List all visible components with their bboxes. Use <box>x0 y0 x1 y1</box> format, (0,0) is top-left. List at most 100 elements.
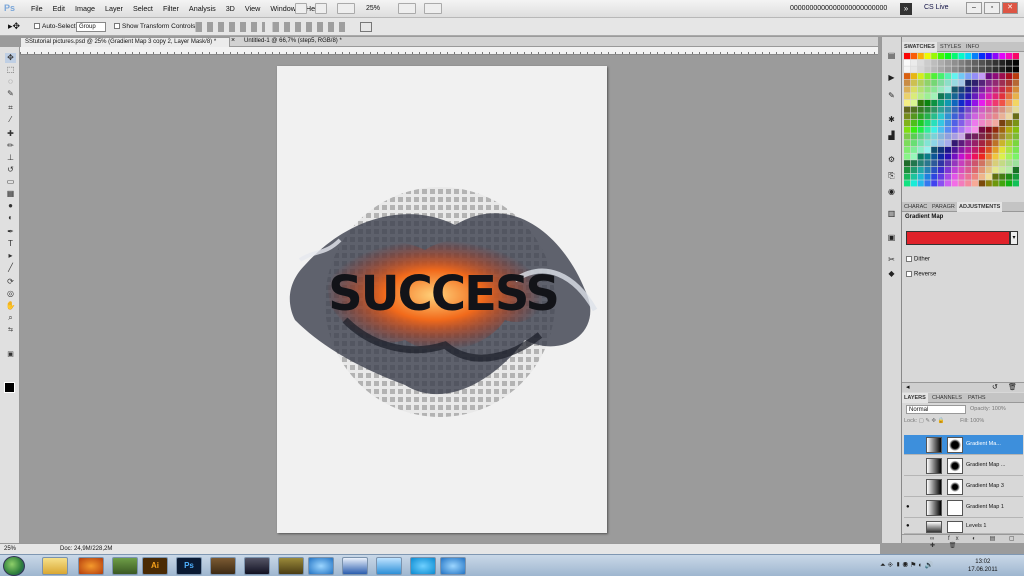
word-icon[interactable] <box>342 557 368 575</box>
tab-paragraph[interactable]: PARAGR <box>930 202 957 212</box>
distribute-buttons[interactable] <box>272 22 350 32</box>
zoom-level[interactable]: 25% <box>366 5 380 12</box>
menu-select[interactable]: Select <box>128 4 158 13</box>
menu-layer[interactable]: Layer <box>100 4 128 13</box>
itunes-icon[interactable] <box>440 557 466 575</box>
gradient-tool-icon[interactable]: ▦ <box>5 189 16 199</box>
styles-icon[interactable]: ✂ <box>886 255 897 265</box>
tab-styles[interactable]: STYLES <box>938 42 963 52</box>
healing-tool-icon[interactable]: ✚ <box>5 129 16 139</box>
explorer-icon[interactable] <box>42 557 68 575</box>
visibility-icon[interactable] <box>906 441 913 448</box>
3d-rotate-tool-icon[interactable]: ⟳ <box>5 277 16 287</box>
eye-icon[interactable]: ● <box>906 523 913 530</box>
screen-mode-button[interactable] <box>424 3 442 14</box>
auto-select-dropdown[interactable]: Group <box>76 22 106 32</box>
tab-channels[interactable]: CHANNELS <box>930 393 964 403</box>
quick-select-tool-icon[interactable]: ✎ <box>5 89 16 99</box>
eraser-tool-icon[interactable]: ▭ <box>5 177 16 187</box>
close-tab-icon[interactable]: × <box>231 37 235 44</box>
reset-icon[interactable]: ↺ <box>992 383 998 391</box>
illustrator-icon[interactable]: Ai <box>142 557 168 575</box>
move-tool-icon[interactable]: ▸✥ <box>8 21 20 32</box>
menu-view[interactable]: View <box>240 4 265 13</box>
clock[interactable]: 13:02 17.06.2011 <box>968 558 998 574</box>
minecraft-icon[interactable] <box>112 557 138 575</box>
hand-tool-icon[interactable]: ✋ <box>5 301 16 311</box>
mask-icon[interactable]: ◉ <box>886 187 897 197</box>
system-tray[interactable]: ⏶ ◈ ▮ ◉ ⚑ ◐ 🔊 <box>880 561 933 570</box>
lasso-tool-icon[interactable]: ◌ <box>5 77 16 87</box>
expand-icon[interactable]: » <box>900 3 912 15</box>
close-button[interactable]: ✕ <box>1002 2 1018 14</box>
game-icon[interactable] <box>278 557 304 575</box>
notes-icon[interactable]: ▣ <box>886 233 897 243</box>
fill-field[interactable]: Fill: 100% <box>960 418 984 424</box>
restore-button[interactable]: ▫ <box>984 2 1000 14</box>
histogram-icon[interactable]: ▟ <box>886 131 897 141</box>
eye-icon[interactable]: ● <box>906 504 913 511</box>
dodge-tool-icon[interactable]: ◐ <box>5 213 16 223</box>
quick-mask-icon[interactable]: ▣ <box>5 350 16 360</box>
itunes-icon[interactable] <box>308 557 334 575</box>
auto-select-checkbox[interactable]: Auto-Select: <box>34 23 77 30</box>
navigator-icon[interactable]: ✱ <box>886 115 897 125</box>
tab-info[interactable]: INFO <box>964 42 981 52</box>
3d-orbit-tool-icon[interactable]: ◎ <box>5 289 16 299</box>
tool-presets-icon[interactable]: ⚙ <box>886 155 897 165</box>
stamp-tool-icon[interactable]: ⊥ <box>5 153 16 163</box>
photoshop-taskbar-icon[interactable]: Ps <box>176 557 202 575</box>
shape-tool-icon[interactable]: ╱ <box>5 263 16 273</box>
auto-align-button[interactable] <box>360 22 372 32</box>
visibility-icon[interactable] <box>906 462 913 469</box>
layer-actions[interactable]: ∞ fx ◐ ▤ ▢ ✚ 🗑 <box>930 535 1024 549</box>
tab-layers[interactable]: LAYERS <box>902 393 928 403</box>
blur-tool-icon[interactable]: ● <box>5 201 16 211</box>
tab-document-2[interactable]: Untitled-1 @ 66,7% (step5, RGB/8) * <box>240 37 360 47</box>
layer-row[interactable]: Gradient Map ... <box>904 456 1023 476</box>
status-zoom[interactable]: 25% <box>4 546 16 552</box>
dither-checkbox[interactable]: Dither <box>906 256 930 263</box>
history-brush-icon[interactable]: ↺ <box>5 165 16 175</box>
layer-mask-thumbnail[interactable] <box>947 479 963 495</box>
blend-mode-dropdown[interactable]: Normal <box>906 405 966 414</box>
menu-analysis[interactable]: Analysis <box>184 4 221 13</box>
show-transform-checkbox[interactable]: Show Transform Controls <box>114 23 195 30</box>
launch-minibridge-button[interactable] <box>315 3 327 14</box>
return-icon[interactable]: ◂ <box>906 383 910 391</box>
crop-tool-icon[interactable]: ⌗ <box>5 103 16 113</box>
marquee-tool-icon[interactable]: ⬚ <box>5 65 16 75</box>
zoom-tool-icon[interactable]: ⌕ <box>5 313 16 323</box>
move-tool-icon[interactable]: ✥ <box>5 53 16 63</box>
tab-document-1[interactable]: SStutorial pictures.psd @ 25% (Gradient … <box>20 37 230 47</box>
teamviewer-icon[interactable] <box>376 557 402 575</box>
color-icon[interactable]: ▥ <box>886 209 897 219</box>
menu-3d[interactable]: 3D <box>221 4 240 13</box>
gradient-preview[interactable] <box>906 231 1010 245</box>
visibility-icon[interactable] <box>906 483 913 490</box>
tab-paths[interactable]: PATHS <box>966 393 988 403</box>
layer-mask-thumbnail[interactable] <box>947 458 963 474</box>
3d-icon[interactable]: ◆ <box>886 269 897 279</box>
tab-swatches[interactable]: SWATCHES <box>902 42 937 52</box>
minimize-button[interactable]: – <box>966 2 982 14</box>
cs-live-button[interactable]: CS Live <box>924 4 949 11</box>
game-icon[interactable] <box>244 557 270 575</box>
brush-tool-icon[interactable]: ✏ <box>5 141 16 151</box>
launch-bridge-button[interactable] <box>295 3 307 14</box>
layer-mask-thumbnail[interactable] <box>947 500 963 516</box>
layer-row[interactable]: ● Levels 1 <box>904 519 1023 534</box>
layer-row[interactable]: Gradient Map 3 <box>904 477 1023 497</box>
layer-mask-thumbnail[interactable] <box>947 521 963 533</box>
view-extras-button[interactable] <box>337 3 355 14</box>
foreground-color-swatch[interactable] <box>4 382 15 393</box>
actions-icon[interactable]: ▶ <box>886 73 897 83</box>
eyedropper-tool-icon[interactable]: ⁄ <box>5 115 16 125</box>
menu-filter[interactable]: Filter <box>158 4 184 13</box>
swap-colors-icon[interactable]: ⇆ <box>5 325 16 335</box>
menu-image[interactable]: Image <box>70 4 100 13</box>
reverse-checkbox[interactable]: Reverse <box>906 271 936 278</box>
menu-edit[interactable]: Edit <box>48 4 70 13</box>
pen-tool-icon[interactable]: ✒ <box>5 227 16 237</box>
opacity-field[interactable]: Opacity: 100% <box>970 406 1006 412</box>
